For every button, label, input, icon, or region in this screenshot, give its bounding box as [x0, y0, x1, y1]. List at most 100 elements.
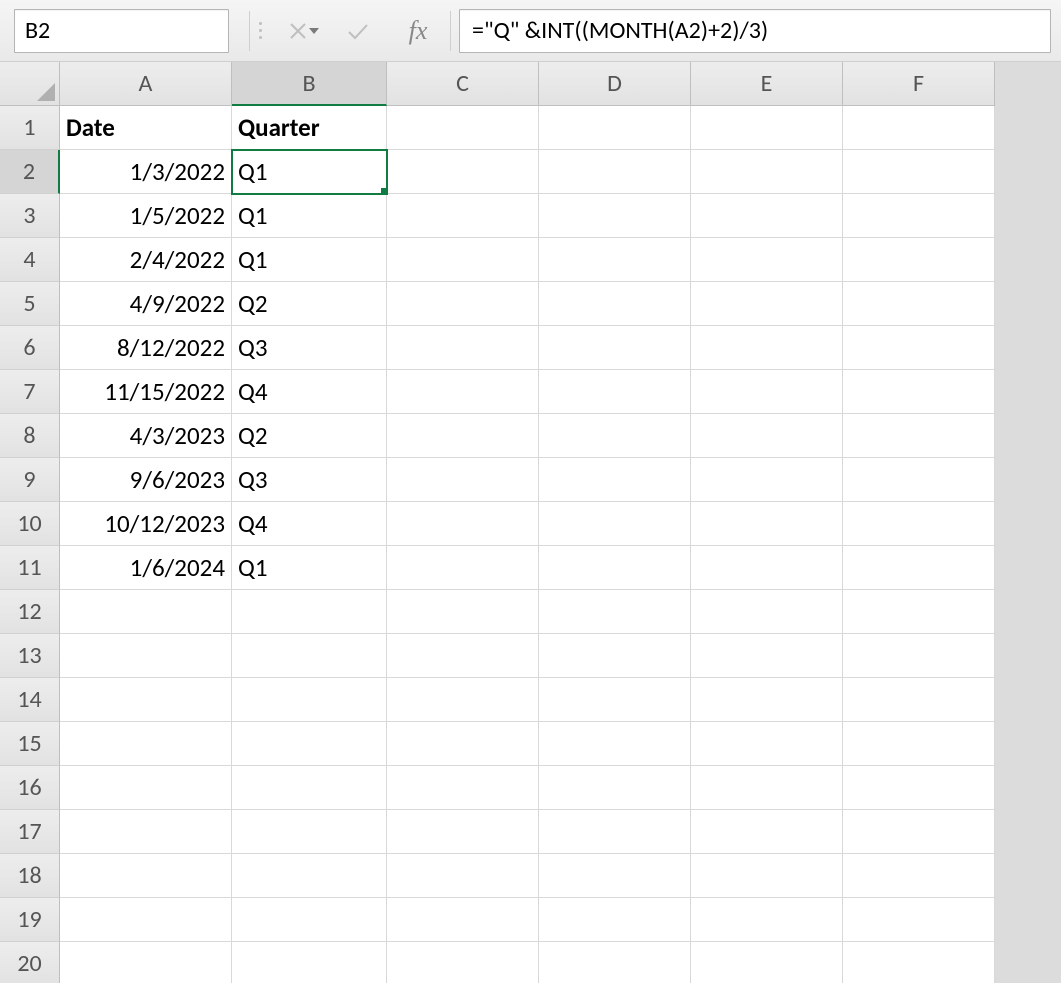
row-header-18[interactable]: 18 — [0, 854, 60, 898]
cell-F2[interactable] — [843, 150, 995, 194]
cell-D18[interactable] — [539, 854, 691, 898]
cell-A1[interactable]: Date — [60, 106, 232, 150]
cell-C18[interactable] — [387, 854, 539, 898]
cell-F12[interactable] — [843, 590, 995, 634]
cell-F9[interactable] — [843, 458, 995, 502]
cell-A12[interactable] — [60, 590, 232, 634]
cell-B8[interactable]: Q2 — [232, 414, 387, 458]
cell-D19[interactable] — [539, 898, 691, 942]
cell-F14[interactable] — [843, 678, 995, 722]
cell-D16[interactable] — [539, 766, 691, 810]
cell-D14[interactable] — [539, 678, 691, 722]
cell-E8[interactable] — [691, 414, 843, 458]
column-header-F[interactable]: F — [843, 62, 995, 106]
cell-C8[interactable] — [387, 414, 539, 458]
cell-A19[interactable] — [60, 898, 232, 942]
row-header-8[interactable]: 8 — [0, 414, 60, 458]
cell-F13[interactable] — [843, 634, 995, 678]
cell-C14[interactable] — [387, 678, 539, 722]
row-header-6[interactable]: 6 — [0, 326, 60, 370]
row-header-3[interactable]: 3 — [0, 194, 60, 238]
cell-A9[interactable]: 9/6/2023 — [60, 458, 232, 502]
cell-D8[interactable] — [539, 414, 691, 458]
cell-E1[interactable] — [691, 106, 843, 150]
cell-A15[interactable] — [60, 722, 232, 766]
cell-D5[interactable] — [539, 282, 691, 326]
cell-F18[interactable] — [843, 854, 995, 898]
cell-B7[interactable]: Q4 — [232, 370, 387, 414]
cell-E4[interactable] — [691, 238, 843, 282]
cell-A10[interactable]: 10/12/2023 — [60, 502, 232, 546]
cell-A16[interactable] — [60, 766, 232, 810]
cell-E6[interactable] — [691, 326, 843, 370]
cell-E11[interactable] — [691, 546, 843, 590]
cell-B12[interactable] — [232, 590, 387, 634]
row-header-10[interactable]: 10 — [0, 502, 60, 546]
cell-E17[interactable] — [691, 810, 843, 854]
cell-F20[interactable] — [843, 942, 995, 983]
cell-C13[interactable] — [387, 634, 539, 678]
column-header-A[interactable]: A — [60, 62, 232, 106]
cell-A20[interactable] — [60, 942, 232, 983]
cell-B15[interactable] — [232, 722, 387, 766]
cell-B9[interactable]: Q3 — [232, 458, 387, 502]
cell-C16[interactable] — [387, 766, 539, 810]
cell-A13[interactable] — [60, 634, 232, 678]
cell-B17[interactable] — [232, 810, 387, 854]
cell-B11[interactable]: Q1 — [232, 546, 387, 590]
insert-function-button[interactable]: fx — [388, 11, 448, 51]
cell-E19[interactable] — [691, 898, 843, 942]
cell-A2[interactable]: 1/3/2022 — [60, 150, 232, 194]
cell-E12[interactable] — [691, 590, 843, 634]
cell-F6[interactable] — [843, 326, 995, 370]
cell-D15[interactable] — [539, 722, 691, 766]
cell-C11[interactable] — [387, 546, 539, 590]
cell-A11[interactable]: 1/6/2024 — [60, 546, 232, 590]
cell-C4[interactable] — [387, 238, 539, 282]
cell-F10[interactable] — [843, 502, 995, 546]
row-header-12[interactable]: 12 — [0, 590, 60, 634]
cell-A4[interactable]: 2/4/2022 — [60, 238, 232, 282]
cell-B2[interactable]: Q1 — [232, 150, 387, 194]
cell-E14[interactable] — [691, 678, 843, 722]
cell-E9[interactable] — [691, 458, 843, 502]
formula-input[interactable] — [459, 9, 1051, 53]
cell-D4[interactable] — [539, 238, 691, 282]
cell-B1[interactable]: Quarter — [232, 106, 387, 150]
cell-C3[interactable] — [387, 194, 539, 238]
cell-B20[interactable] — [232, 942, 387, 983]
row-header-9[interactable]: 9 — [0, 458, 60, 502]
cell-A14[interactable] — [60, 678, 232, 722]
cell-E15[interactable] — [691, 722, 843, 766]
cell-D11[interactable] — [539, 546, 691, 590]
row-header-15[interactable]: 15 — [0, 722, 60, 766]
cell-B5[interactable]: Q2 — [232, 282, 387, 326]
cell-C12[interactable] — [387, 590, 539, 634]
cell-D7[interactable] — [539, 370, 691, 414]
row-header-17[interactable]: 17 — [0, 810, 60, 854]
cell-B16[interactable] — [232, 766, 387, 810]
cell-A6[interactable]: 8/12/2022 — [60, 326, 232, 370]
row-header-7[interactable]: 7 — [0, 370, 60, 414]
cell-E2[interactable] — [691, 150, 843, 194]
row-header-4[interactable]: 4 — [0, 238, 60, 282]
cell-B13[interactable] — [232, 634, 387, 678]
cell-D20[interactable] — [539, 942, 691, 983]
cell-B14[interactable] — [232, 678, 387, 722]
cell-B18[interactable] — [232, 854, 387, 898]
cell-D3[interactable] — [539, 194, 691, 238]
cell-D10[interactable] — [539, 502, 691, 546]
cell-A17[interactable] — [60, 810, 232, 854]
cell-F4[interactable] — [843, 238, 995, 282]
cell-A18[interactable] — [60, 854, 232, 898]
cell-D12[interactable] — [539, 590, 691, 634]
column-header-E[interactable]: E — [691, 62, 843, 106]
row-header-20[interactable]: 20 — [0, 942, 60, 983]
name-box[interactable] — [14, 9, 229, 53]
row-header-19[interactable]: 19 — [0, 898, 60, 942]
cell-C17[interactable] — [387, 810, 539, 854]
cell-F19[interactable] — [843, 898, 995, 942]
cell-D6[interactable] — [539, 326, 691, 370]
cell-E13[interactable] — [691, 634, 843, 678]
cell-E7[interactable] — [691, 370, 843, 414]
